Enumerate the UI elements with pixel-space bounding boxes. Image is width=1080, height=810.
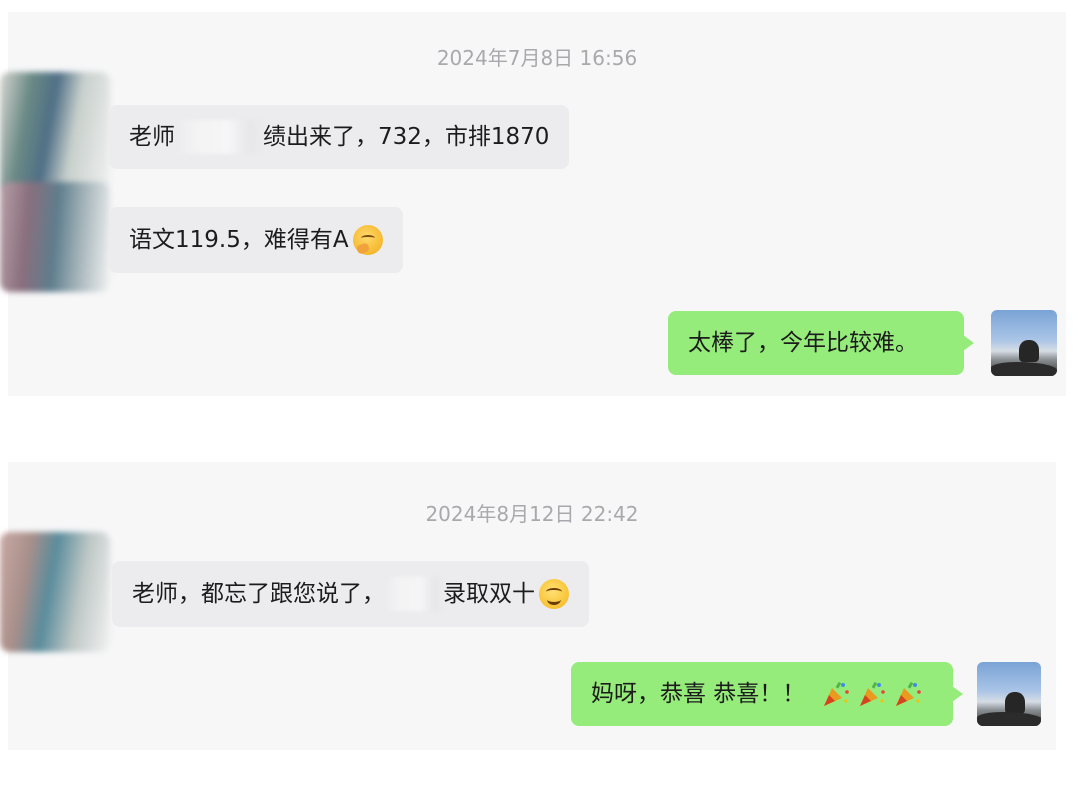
message-text: 太棒了，今年比较难。 (688, 330, 918, 356)
avatar-person-silhouette (1005, 692, 1025, 714)
sender-avatar-blurred[interactable] (0, 182, 110, 292)
redacted-text-blur (175, 120, 263, 154)
self-avatar[interactable] (991, 310, 1057, 376)
incoming-message-bubble[interactable]: 语文119.5，难得有A (109, 207, 403, 273)
message-text: 绩出来了，732，市排1870 (263, 124, 550, 150)
party-popper-emoji (824, 681, 850, 706)
chat-panel-2: 2024年8月12日 22:42 老师，都忘了跟您说了， 录取双十 妈呀，恭喜 … (0, 462, 1056, 750)
smiling-face-emoji (539, 579, 569, 609)
outgoing-message-bubble[interactable]: 妈呀，恭喜 恭喜！！ (571, 662, 963, 726)
message-text: 老师 (129, 124, 175, 150)
incoming-message-bubble[interactable]: 老师 绩出来了，732，市排1870 (109, 105, 570, 169)
party-popper-emoji (896, 681, 922, 706)
sender-avatar-blurred[interactable] (0, 532, 110, 652)
chat-panel-1: 2024年7月8日 16:56 老师 绩出来了，732，市排1870 语文119… (0, 12, 1066, 396)
avatar-person-silhouette (1019, 340, 1039, 362)
message-timestamp: 2024年7月8日 16:56 (436, 46, 638, 70)
thinking-face-emoji (352, 225, 383, 255)
party-popper-emoji (860, 681, 886, 706)
outgoing-message-bubble[interactable]: 太棒了，今年比较难。 (668, 311, 974, 375)
message-text: 老师，都忘了跟您说了， (132, 581, 385, 607)
incoming-message-bubble[interactable]: 老师，都忘了跟您说了， 录取双十 (112, 561, 589, 627)
message-timestamp: 2024年8月12日 22:42 (425, 502, 639, 526)
message-text: 录取双十 (443, 581, 535, 607)
avatar-rock (991, 362, 1057, 376)
self-avatar[interactable] (977, 662, 1041, 726)
avatar-rock (977, 712, 1041, 726)
sender-avatar-blurred[interactable] (0, 72, 110, 192)
party-popper-emoji-group (819, 679, 923, 709)
message-text: 语文119.5，难得有A (129, 227, 349, 253)
redacted-text-blur (385, 577, 443, 611)
message-text: 妈呀，恭喜 恭喜！！ (591, 681, 806, 707)
